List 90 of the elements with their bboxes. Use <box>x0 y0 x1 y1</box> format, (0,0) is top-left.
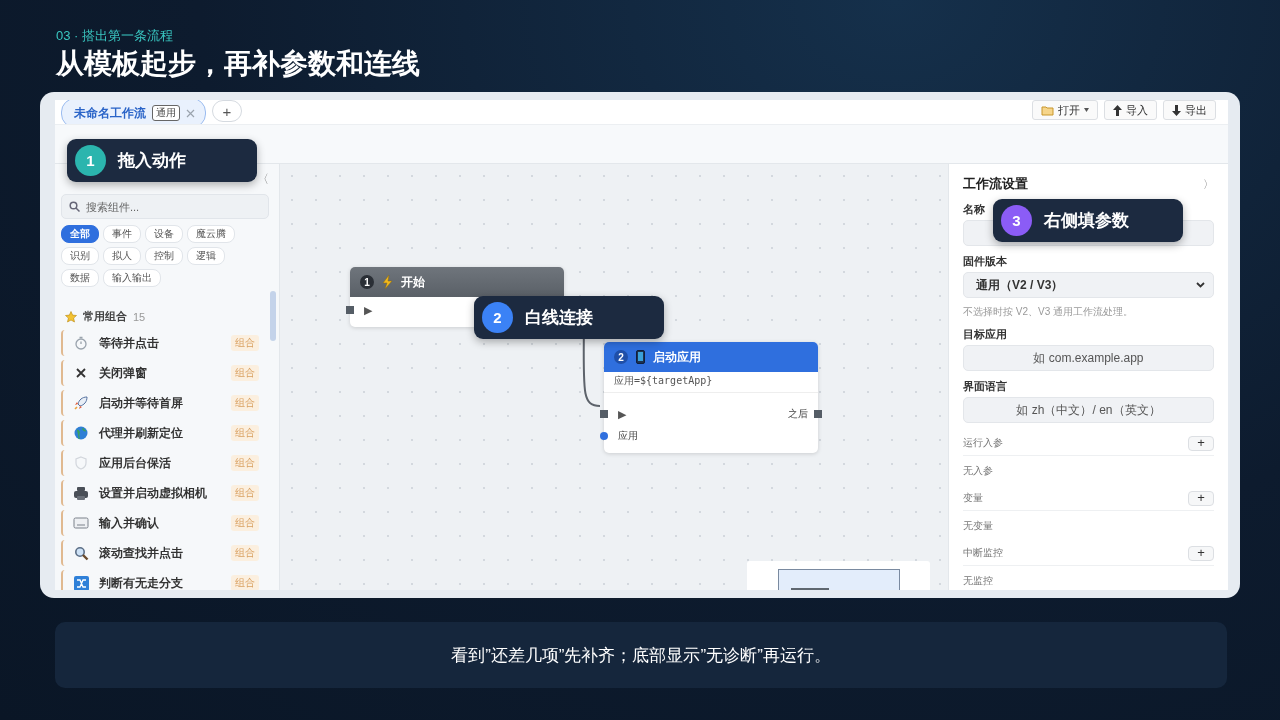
keyboard-icon <box>73 517 89 529</box>
add-button[interactable]: + <box>1188 545 1214 561</box>
shuffle-icon <box>73 575 89 590</box>
globe-icon <box>74 426 88 440</box>
node-number: 2 <box>614 350 628 364</box>
step-number: 1 <box>75 145 106 176</box>
add-button[interactable]: + <box>1188 435 1214 451</box>
phone-icon <box>636 350 645 364</box>
output-label: 之后 <box>788 407 808 421</box>
chevron-icon <box>1196 282 1205 288</box>
combo-tag: 组合 <box>231 365 259 381</box>
rocket-icon <box>73 395 89 411</box>
step-number: 2 <box>482 302 513 333</box>
combo-tag: 组合 <box>231 395 259 411</box>
collapse-button[interactable]: 〈 <box>257 170 269 188</box>
tab-badge: 通用 <box>152 105 180 121</box>
folder-icon <box>1041 104 1054 116</box>
filter-chip[interactable]: 事件 <box>103 225 141 243</box>
scrollbar-thumb[interactable] <box>270 291 276 341</box>
minimap[interactable] <box>747 561 930 590</box>
empty-text: 无入参 <box>963 464 994 478</box>
close-icon <box>75 367 87 379</box>
slide-title: 从模板起步，再补参数和连线 <box>56 47 421 81</box>
input-port[interactable] <box>346 306 354 314</box>
toolbar-button[interactable]: 导入 <box>1104 100 1157 120</box>
section-label: 03 · 搭出第一条流程 <box>56 28 174 44</box>
printer-icon <box>73 485 89 501</box>
hint-text: 不选择时按 V2、V3 通用工作流处理。 <box>963 305 1135 319</box>
field-label: 目标应用 <box>963 327 1008 342</box>
section-title: 中断监控 <box>963 546 1003 560</box>
caret-icon <box>1084 108 1089 112</box>
combo-tag: 组合 <box>231 335 259 351</box>
section-title: 常用组合 <box>83 309 127 324</box>
section-title: 运行入参 <box>963 436 1003 450</box>
up-arrow-icon <box>1113 104 1122 116</box>
data-port[interactable] <box>600 432 608 440</box>
combo-tag: 组合 <box>231 425 259 441</box>
search-field[interactable]: 搜索组件... <box>61 194 269 219</box>
callout-text: 拖入动作 <box>118 150 186 172</box>
section-count: 15 <box>133 310 146 323</box>
field-label: 界面语言 <box>963 379 1008 394</box>
run-arrow: ▶ <box>618 407 627 421</box>
combo-tag: 组合 <box>231 455 259 471</box>
firmware-select[interactable]: 通用（V2 / V3） <box>963 272 1214 298</box>
add-tab-button[interactable]: + <box>212 100 242 122</box>
toolbar-button[interactable]: 导出 <box>1163 100 1216 120</box>
callout-text: 右侧填参数 <box>1044 210 1129 232</box>
node-header[interactable]: 1 开始 <box>350 267 564 297</box>
close-icon[interactable] <box>186 108 195 118</box>
field-label: 名称 <box>963 202 986 217</box>
search-icon <box>69 201 80 212</box>
combo-tag: 组合 <box>231 575 259 590</box>
step-number: 3 <box>1001 205 1032 236</box>
node-title: 启动应用 <box>653 348 701 366</box>
shield-icon <box>75 456 87 470</box>
run-arrow: ▶ <box>364 303 373 317</box>
section-title: 变量 <box>963 491 983 505</box>
filter-chip[interactable]: 数据 <box>61 269 99 287</box>
filter-chip[interactable]: 识别 <box>61 247 99 265</box>
filter-chip[interactable]: 设备 <box>145 225 183 243</box>
empty-text: 无变量 <box>963 519 994 533</box>
empty-text: 无监控 <box>963 574 994 588</box>
field-label: 固件版本 <box>963 254 1008 269</box>
filter-chip[interactable]: 输入输出 <box>103 269 161 287</box>
filter-chip[interactable]: 魔云腾 <box>187 225 235 243</box>
combo-tag: 组合 <box>231 545 259 561</box>
add-button[interactable]: + <box>1188 490 1214 506</box>
node-title: 开始 <box>401 273 425 291</box>
filter-chip[interactable]: 逻辑 <box>187 247 225 265</box>
caption-text: 看到”还差几项”先补齐；底部显示”无诊断”再运行。 <box>451 644 831 667</box>
filter-chip[interactable]: 控制 <box>145 247 183 265</box>
node-parameter: 应用=${targetApp} <box>604 374 818 393</box>
language-field[interactable]: 如 zh（中文）/ en（英文） <box>963 397 1214 423</box>
star-icon <box>65 310 77 323</box>
lightning-icon <box>382 275 393 289</box>
down-arrow-icon <box>1172 104 1181 116</box>
node-header[interactable]: 2 启动应用 <box>604 342 818 372</box>
node-number: 1 <box>360 275 374 289</box>
input-port[interactable] <box>600 410 608 418</box>
panel-title: 工作流设置 <box>963 175 1028 193</box>
magnifier-icon <box>73 545 89 561</box>
collapse-button[interactable]: 〉 <box>1203 176 1214 192</box>
combo-tag: 组合 <box>231 485 259 501</box>
target-app-field[interactable]: 如 com.example.app <box>963 345 1214 371</box>
toolbar-button[interactable]: 打开 <box>1032 100 1098 120</box>
filter-chip[interactable]: 拟人 <box>103 247 141 265</box>
combo-tag: 组合 <box>231 515 259 531</box>
filter-chip[interactable]: 全部 <box>61 225 99 243</box>
stopwatch-icon <box>74 336 88 350</box>
input-label: 应用 <box>618 429 638 443</box>
